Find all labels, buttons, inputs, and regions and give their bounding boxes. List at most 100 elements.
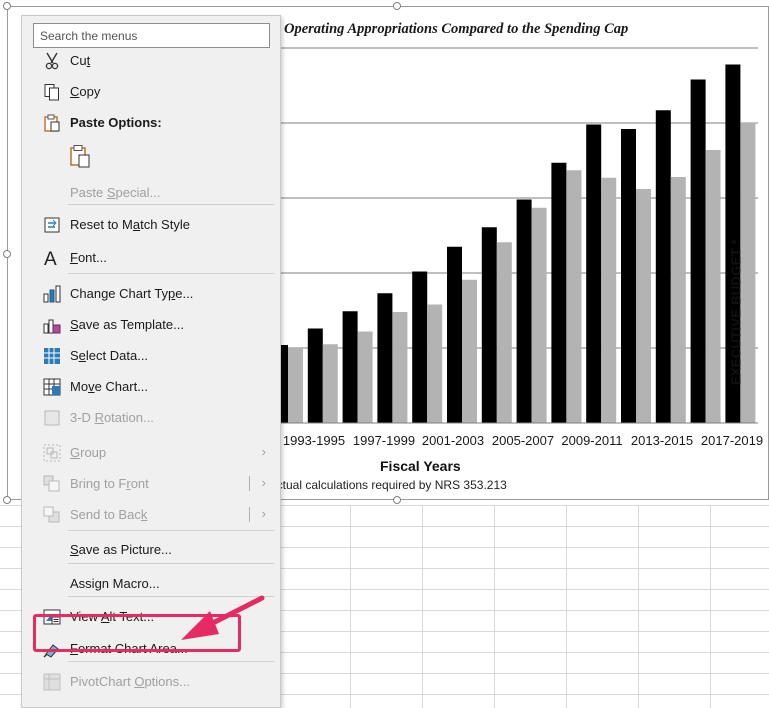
menu-item-label: Cut xyxy=(70,53,91,68)
reset-style-icon xyxy=(42,215,61,234)
bar-series-b[interactable] xyxy=(601,177,617,423)
svg-text:A: A xyxy=(44,249,57,267)
bar-series-a[interactable] xyxy=(655,110,671,423)
bar-series-b[interactable] xyxy=(531,207,547,423)
bar-series-b[interactable] xyxy=(462,279,477,423)
x-tick-label: 2013-2015 xyxy=(630,433,694,448)
bar-series-b[interactable] xyxy=(636,189,651,423)
menu-item-label: Paste Options: xyxy=(70,115,162,130)
menu-item-label: Copy xyxy=(70,84,101,99)
copy-icon xyxy=(42,82,61,101)
menu-item-cut[interactable]: Cut xyxy=(22,45,280,76)
split-divider xyxy=(249,507,250,522)
bar-series-a[interactable] xyxy=(481,227,497,423)
highlight-box xyxy=(33,614,241,652)
chevron-right-icon: › xyxy=(261,506,266,521)
bar-series-a[interactable] xyxy=(447,246,462,423)
menu-item-group: Group › xyxy=(22,437,280,468)
menu-item-save-as-picture[interactable]: Save as Picture... xyxy=(22,534,280,565)
bar-series-a[interactable] xyxy=(307,328,323,424)
resize-handle-middle-left[interactable] xyxy=(3,250,11,258)
menu-item-label: Group xyxy=(70,445,107,460)
chevron-right-icon: › xyxy=(261,475,266,490)
bar-series-b[interactable] xyxy=(496,242,512,423)
menu-item-paste-options[interactable]: Paste Options: xyxy=(22,107,280,138)
bar-series-b[interactable] xyxy=(322,344,338,423)
menu-item-label: Change Chart Type... xyxy=(70,286,194,301)
menu-item-pivotchart-options: PivotChart Options... xyxy=(22,666,280,697)
menu-item-label: Paste Special... xyxy=(70,185,161,200)
save-template-icon xyxy=(42,315,61,334)
menu-item-assign-macro[interactable]: Assign Macro... xyxy=(22,568,280,599)
select-data-icon xyxy=(42,346,61,365)
send-back-icon xyxy=(42,505,61,524)
3d-rotation-icon xyxy=(42,408,61,427)
menu-item-label: Save as Picture... xyxy=(70,542,172,557)
bar-series-a[interactable] xyxy=(586,124,602,424)
menu-item-3-d-rotation: 3-D Rotation... xyxy=(22,402,280,433)
scissors-icon xyxy=(42,51,61,70)
bring-front-icon xyxy=(42,474,61,493)
bar-series-b[interactable] xyxy=(392,312,408,423)
menu-item-label: Select Data... xyxy=(70,348,149,363)
menu-item-label: Assign Macro... xyxy=(70,576,160,591)
bar-series-a[interactable] xyxy=(621,129,636,423)
split-divider xyxy=(249,476,250,491)
executive-budget-label[interactable]: EXECUTIVE BUDGET * xyxy=(729,239,744,385)
bar-series-a[interactable] xyxy=(690,79,706,424)
clipboard-icon xyxy=(42,113,61,132)
menu-item-save-as-template[interactable]: Save as Template... xyxy=(22,309,280,340)
chart-title[interactable]: Operating Appropriations Compared to the… xyxy=(284,21,628,38)
menu-separator xyxy=(68,530,274,531)
menu-item-paste-keep-source[interactable] xyxy=(22,141,280,172)
bar-series-a[interactable] xyxy=(516,199,532,424)
resize-handle-bottom-center[interactable] xyxy=(393,496,401,504)
menu-item-bring-to-front: Bring to Front › xyxy=(22,468,280,499)
menu-item-move-chart[interactable]: Move Chart... xyxy=(22,371,280,402)
menu-item-send-to-back: Send to Back › xyxy=(22,499,280,530)
pivot-options-icon xyxy=(42,672,61,691)
x-axis-title[interactable]: Fiscal Years xyxy=(380,458,461,474)
bar-series-b[interactable] xyxy=(357,331,373,424)
bar-series-b[interactable] xyxy=(670,177,686,423)
menu-item-reset-to-match-style[interactable]: Reset to Match Style xyxy=(22,209,280,240)
menu-item-label: 3-D Rotation... xyxy=(70,410,154,425)
paste-keep-icon xyxy=(68,143,92,169)
x-tick-label: 2001-2003 xyxy=(421,433,485,448)
move-chart-icon xyxy=(42,377,61,396)
bar-series-b[interactable] xyxy=(427,304,443,424)
menu-item-label: Font... xyxy=(70,250,107,265)
x-tick-label: 2005-2007 xyxy=(491,433,555,448)
menu-item-font[interactable]: A Font... xyxy=(22,242,280,273)
x-tick-label: 1993-1995 xyxy=(282,433,346,448)
chevron-right-icon: › xyxy=(261,444,266,459)
context-menu: Search the menus Cut Copy Paste Options: Pa… xyxy=(21,15,281,708)
menu-item-paste-special: Paste Special... xyxy=(22,177,280,208)
menu-item-label: Reset to Match Style xyxy=(70,217,190,232)
bar-series-a[interactable] xyxy=(377,293,393,423)
bar-series-a[interactable] xyxy=(342,311,358,423)
menu-item-change-chart-type[interactable]: Change Chart Type... xyxy=(22,278,280,309)
resize-handle-top-left[interactable] xyxy=(3,2,11,10)
menu-item-label: Move Chart... xyxy=(70,379,149,394)
chart-type-icon xyxy=(42,284,61,303)
bar-series-a[interactable] xyxy=(412,271,428,424)
bar-series-b[interactable] xyxy=(288,348,303,423)
menu-item-copy[interactable]: Copy xyxy=(22,76,280,107)
menu-item-label: PivotChart Options... xyxy=(70,674,190,689)
chart-footnote[interactable]: actual calculations required by NRS 353.… xyxy=(270,478,507,492)
bar-series-b[interactable] xyxy=(705,150,721,423)
menu-separator xyxy=(68,273,274,274)
x-tick-label: 2017-2019 xyxy=(700,433,764,448)
font-icon: A xyxy=(42,248,61,267)
menu-item-select-data[interactable]: Select Data... xyxy=(22,340,280,371)
menu-item-label: Bring to Front xyxy=(70,476,149,491)
resize-handle-bottom-left[interactable] xyxy=(3,496,11,504)
menu-item-label: Send to Back xyxy=(70,507,148,522)
x-tick-label: 2009-2011 xyxy=(561,433,623,448)
bar-series-b[interactable] xyxy=(566,170,582,423)
bar-series-a[interactable] xyxy=(551,162,567,423)
menu-item-label: Save as Template... xyxy=(70,317,184,332)
resize-handle-top-center[interactable] xyxy=(393,2,401,10)
group-icon xyxy=(42,443,61,462)
